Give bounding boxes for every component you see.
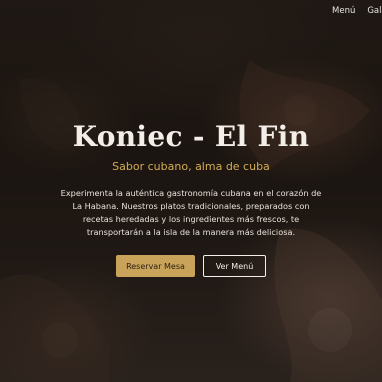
hero-content: Koniec - El Fin Sabor cubano, alma de cu… bbox=[0, 120, 382, 277]
hero-title: Koniec - El Fin bbox=[72, 120, 310, 153]
view-menu-button[interactable]: Ver Menú bbox=[203, 255, 266, 277]
hero-buttons: Reservar Mesa Ver Menú bbox=[0, 255, 382, 277]
nav-item-menu[interactable]: Menú bbox=[332, 6, 355, 16]
hero-description: Experimenta la auténtica gastronomía cub… bbox=[60, 188, 322, 237]
hero-subtitle: Sabor cubano, alma de cuba bbox=[112, 160, 270, 173]
reserve-table-button[interactable]: Reservar Mesa bbox=[116, 255, 195, 277]
nav-item-gallery[interactable]: Galer bbox=[367, 6, 382, 16]
main-nav: Menú Galer bbox=[332, 6, 382, 16]
